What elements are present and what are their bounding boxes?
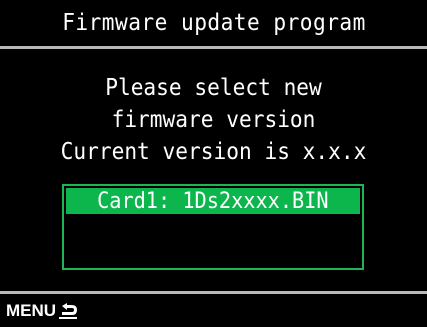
menu-label: MENU [6, 300, 57, 320]
firmware-file-list[interactable]: Card1: 1Ds2xxxx.BIN [62, 184, 364, 270]
screen-title: Firmware update program [61, 10, 366, 36]
menu-back-hint[interactable]: MENU [6, 301, 79, 321]
title-bar: Firmware update program [0, 0, 427, 46]
firmware-file-item[interactable]: Card1: 1Ds2xxxx.BIN [66, 188, 360, 214]
firmware-file-label: Card1: 1Ds2xxxx.BIN [97, 188, 329, 214]
message-line-2: firmware version [111, 107, 316, 133]
message-line-1: Please select new [105, 75, 322, 101]
footer-bar: MENU [0, 294, 427, 327]
firmware-update-screen: Firmware update program Please select ne… [0, 0, 427, 327]
return-arrow-icon [57, 302, 79, 320]
instruction-message: Please select new firmware version Curre… [0, 72, 427, 168]
title-divider [0, 46, 427, 49]
message-line-3: Current version is x.x.x [60, 139, 367, 165]
